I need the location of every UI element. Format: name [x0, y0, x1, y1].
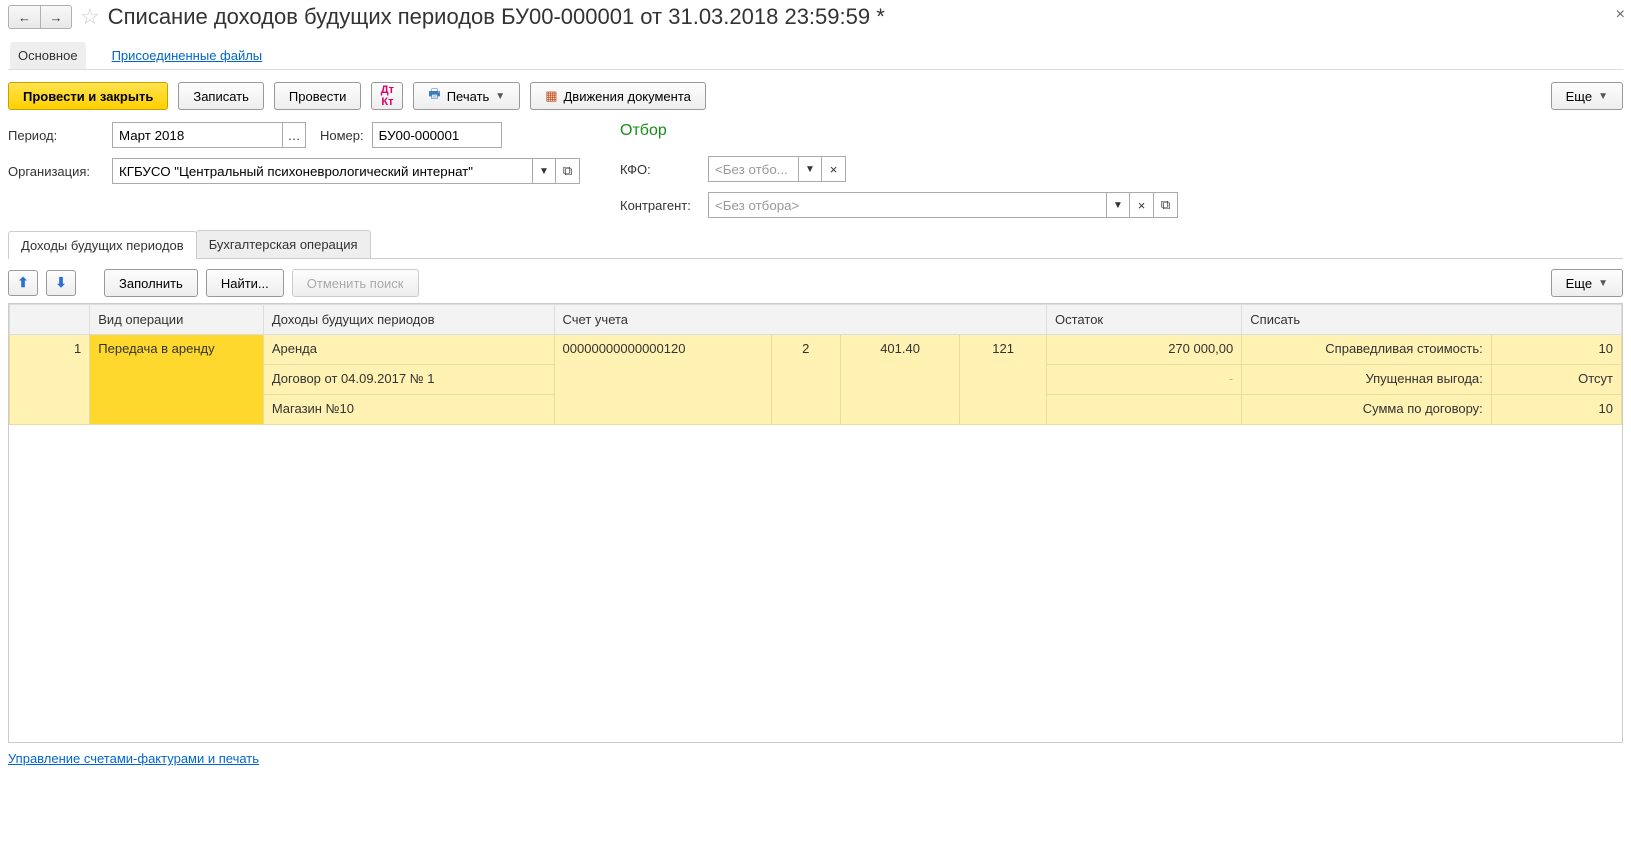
grid-container[interactable]: Вид операции Доходы будущих периодов Сче…	[8, 303, 1623, 743]
kfo-clear-button[interactable]: ×	[822, 156, 846, 182]
open-icon: ⧉	[563, 163, 572, 179]
chevron-down-icon: ▼	[1598, 278, 1608, 289]
cell-writeoff-2-val[interactable]: Отсут	[1491, 365, 1621, 395]
kfo-input[interactable]	[708, 156, 798, 182]
arrow-down-icon: ⬇	[55, 275, 66, 291]
cell-account-full[interactable]: 00000000000000120	[554, 335, 771, 425]
cell-op-type[interactable]: Передача в аренду	[90, 335, 264, 425]
dt-kt-button[interactable]: ДтКт	[371, 82, 403, 110]
cell-account-2[interactable]: 2	[771, 335, 840, 425]
cell-balance-3[interactable]	[1047, 395, 1242, 425]
org-input[interactable]	[112, 158, 532, 184]
nav-back-button[interactable]: ←	[8, 5, 40, 29]
favorite-star-icon[interactable]: ☆	[80, 4, 100, 30]
cell-writeoff-3-label[interactable]: Сумма по договору:	[1242, 395, 1492, 425]
movements-label: Движения документа	[564, 89, 691, 104]
close-icon: ×	[830, 162, 838, 177]
save-button[interactable]: Записать	[178, 82, 264, 110]
number-input[interactable]	[372, 122, 502, 148]
more-button-top[interactable]: Еще ▼	[1551, 82, 1623, 110]
period-select-button[interactable]: …	[282, 122, 306, 148]
tab-attached-files[interactable]: Присоединенные файлы	[104, 42, 271, 69]
col-writeoff[interactable]: Списать	[1242, 305, 1622, 335]
cell-writeoff-3-val[interactable]: 10	[1491, 395, 1621, 425]
cell-writeoff-2-label[interactable]: Упущенная выгода:	[1242, 365, 1492, 395]
chevron-down-icon: ▼	[495, 91, 505, 102]
cell-writeoff-1-label[interactable]: Справедливая стоимость:	[1242, 335, 1492, 365]
col-number[interactable]	[10, 305, 90, 335]
cell-account-4[interactable]: 121	[960, 335, 1047, 425]
contragent-dropdown-button[interactable]: ▼	[1106, 192, 1130, 218]
chevron-down-icon: ▼	[1598, 91, 1608, 102]
cell-row-number: 1	[10, 335, 90, 425]
cell-income-2[interactable]: Договор от 04.09.2017 № 1	[263, 365, 554, 395]
org-label: Организация:	[8, 164, 104, 179]
open-icon: ⧉	[1161, 197, 1170, 213]
arrow-left-icon: ←	[18, 10, 31, 25]
arrow-up-icon: ⬆	[17, 275, 28, 291]
cell-income-3[interactable]: Магазин №10	[263, 395, 554, 425]
kfo-label: КФО:	[620, 162, 700, 177]
print-button[interactable]: 🖶 Печать ▼	[413, 82, 520, 110]
page-title: Списание доходов будущих периодов БУ00-0…	[108, 4, 885, 30]
move-down-button[interactable]: ⬇	[46, 270, 76, 296]
cell-balance[interactable]: 270 000,00	[1047, 335, 1242, 365]
filter-title: Отбор	[620, 122, 1178, 140]
arrow-right-icon: →	[50, 10, 63, 25]
nav-forward-button[interactable]: →	[40, 5, 72, 29]
cell-balance-2[interactable]: -	[1047, 365, 1242, 395]
chevron-down-icon: ▼	[805, 164, 815, 175]
income-grid: Вид операции Доходы будущих периодов Сче…	[9, 304, 1622, 425]
post-button[interactable]: Провести	[274, 82, 362, 110]
col-op-type[interactable]: Вид операции	[90, 305, 264, 335]
printer-icon: 🖶	[428, 85, 440, 107]
invoice-management-link[interactable]: Управление счетами-фактурами и печать	[8, 751, 1623, 766]
chevron-down-icon: ▼	[1113, 200, 1123, 211]
close-icon: ×	[1138, 198, 1146, 213]
post-and-close-button[interactable]: Провести и закрыть	[8, 82, 168, 110]
contragent-open-button[interactable]: ⧉	[1154, 192, 1178, 218]
tab-main[interactable]: Основное	[10, 42, 86, 69]
kfo-dropdown-button[interactable]: ▼	[798, 156, 822, 182]
period-label: Период:	[8, 128, 104, 143]
contragent-label: Контрагент:	[620, 198, 700, 213]
table-row[interactable]: 1 Передача в аренду Аренда 0000000000000…	[10, 335, 1622, 365]
col-income[interactable]: Доходы будущих периодов	[263, 305, 554, 335]
period-input[interactable]	[112, 122, 282, 148]
org-open-button[interactable]: ⧉	[556, 158, 580, 184]
chevron-down-icon: ▼	[539, 166, 549, 177]
dt-kt-icon: ДтКт	[381, 84, 394, 108]
contragent-input[interactable]	[708, 192, 1106, 218]
cell-income-1[interactable]: Аренда	[263, 335, 554, 365]
cancel-find-button: Отменить поиск	[292, 269, 419, 297]
more-button-table[interactable]: Еще ▼	[1551, 269, 1623, 297]
col-account[interactable]: Счет учета	[554, 305, 1046, 335]
close-icon[interactable]: ×	[1616, 6, 1625, 24]
movements-icon: ▦	[545, 88, 557, 104]
contragent-clear-button[interactable]: ×	[1130, 192, 1154, 218]
move-up-button[interactable]: ⬆	[8, 270, 38, 296]
col-balance[interactable]: Остаток	[1047, 305, 1242, 335]
tab-future-income[interactable]: Доходы будущих периодов	[8, 231, 197, 259]
cell-account-3[interactable]: 401.40	[840, 335, 959, 425]
org-dropdown-button[interactable]: ▼	[532, 158, 556, 184]
more-label: Еще	[1566, 89, 1592, 104]
more-label: Еще	[1566, 276, 1592, 291]
cell-writeoff-1-val[interactable]: 10	[1491, 335, 1621, 365]
tab-accounting-operation[interactable]: Бухгалтерская операция	[196, 230, 371, 258]
fill-button[interactable]: Заполнить	[104, 269, 198, 297]
movements-button[interactable]: ▦ Движения документа	[530, 82, 706, 110]
number-label: Номер:	[320, 128, 364, 143]
print-label: Печать	[447, 89, 490, 104]
find-button[interactable]: Найти...	[206, 269, 284, 297]
